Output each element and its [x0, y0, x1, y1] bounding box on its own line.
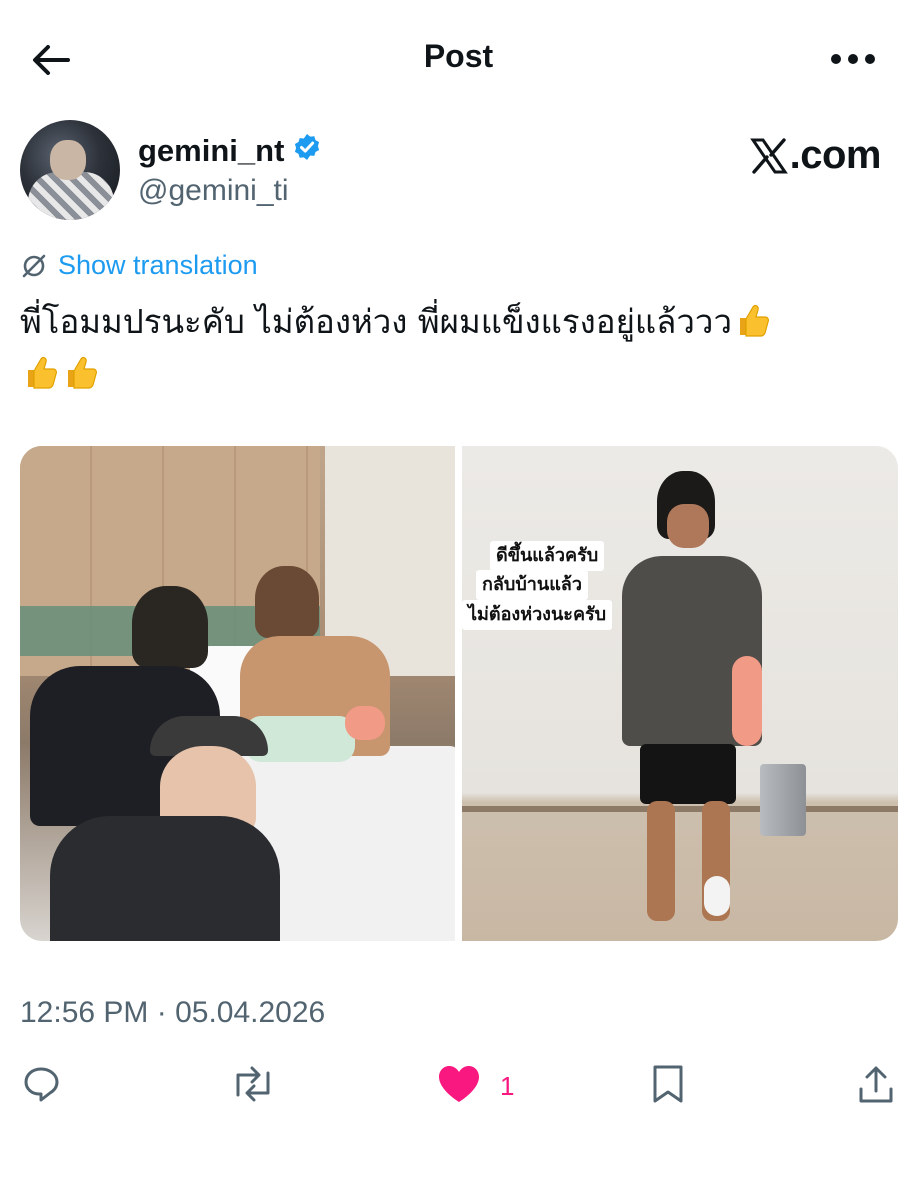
- verified-badge-icon: [292, 132, 322, 170]
- watermark-domain: .com: [789, 133, 882, 177]
- thumbs-up-icon: [22, 353, 60, 391]
- reply-icon: [20, 1063, 62, 1110]
- x-logo-icon: [749, 137, 788, 174]
- hospital-photo[interactable]: [20, 446, 455, 941]
- like-button[interactable]: 1: [436, 1062, 514, 1110]
- caption-line: ดีขึ้นแล้วครับ: [490, 541, 605, 571]
- repost-icon: [228, 1063, 278, 1110]
- show-translation-label: Show translation: [58, 250, 258, 280]
- page-title: Post: [423, 38, 494, 74]
- like-count: 1: [500, 1070, 515, 1101]
- trash-bin: [760, 764, 806, 836]
- reply-button[interactable]: [20, 1062, 62, 1110]
- share-icon: [856, 1063, 896, 1110]
- bookmark-button[interactable]: [648, 1062, 688, 1110]
- repost-button[interactable]: [228, 1062, 278, 1110]
- avatar[interactable]: [20, 120, 120, 220]
- author-name-row[interactable]: gemini_nt: [138, 132, 322, 170]
- post-text: พี่โอมมปรนะคับ ไม่ต้องห่วง พี่ผมแข็งแรงอ…: [20, 296, 880, 400]
- show-translation-link[interactable]: Show translation: [20, 250, 258, 281]
- author-display-name: gemini_nt: [138, 133, 285, 168]
- caption-line: ไม่ต้องห่วงนะครับ: [462, 600, 613, 630]
- share-button[interactable]: [856, 1062, 896, 1110]
- author-handle[interactable]: @gemini_ti: [138, 174, 289, 208]
- top-bar: Post: [0, 0, 917, 118]
- bookmark-icon: [648, 1063, 688, 1110]
- more-options-icon[interactable]: [829, 48, 877, 70]
- action-bar: 1: [20, 1062, 900, 1112]
- thumbs-up-icon: [62, 353, 100, 391]
- translate-icon: [20, 252, 48, 280]
- media-grid: ดีขึ้นแล้วครับ กลับบ้านแล้ว ไม่ต้องห่วงน…: [20, 446, 898, 941]
- caption-line: กลับบ้านแล้ว: [476, 570, 588, 600]
- home-photo[interactable]: ดีขึ้นแล้วครับ กลับบ้านแล้ว ไม่ต้องห่วงน…: [462, 446, 898, 941]
- post-text-line: พี่โอมมปรนะคับ ไม่ต้องห่วง พี่ผมแข็งแรงอ…: [20, 302, 732, 341]
- post-timestamp[interactable]: 12:56 PM · 05.04.2026: [20, 996, 325, 1030]
- heart-filled-icon: [436, 1063, 482, 1110]
- x-watermark: .com: [749, 133, 882, 178]
- thumbs-up-icon: [734, 301, 772, 339]
